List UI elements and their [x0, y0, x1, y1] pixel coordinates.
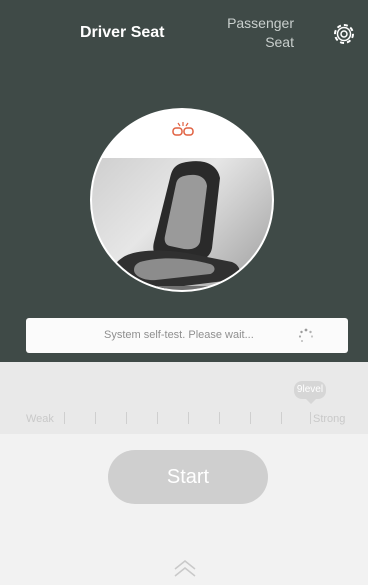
seat-tabs: Driver Seat Passenger Seat — [0, 0, 368, 60]
level-tick — [126, 412, 127, 424]
tab-passenger-label-line1: Passenger — [227, 15, 294, 31]
level-tick — [281, 412, 282, 424]
level-tick — [157, 412, 158, 424]
spinner-icon — [298, 328, 314, 344]
level-tick — [219, 412, 220, 424]
seat-photo — [92, 158, 272, 290]
tab-passenger-seat[interactable]: Passenger Seat — [214, 14, 294, 52]
status-bar: System self-test. Please wait... — [26, 318, 348, 353]
tab-passenger-label-line2: Seat — [265, 34, 294, 50]
level-badge: 9level — [294, 381, 326, 399]
seat-control-panel: Driver Seat Passenger Seat System self-t… — [0, 0, 368, 362]
strong-label: Strong — [313, 413, 346, 425]
gear-icon[interactable] — [330, 20, 358, 48]
seat-image-frame — [92, 110, 272, 290]
level-badge-pointer — [306, 399, 316, 404]
level-tick — [310, 412, 311, 424]
tab-driver-seat[interactable]: Driver Seat — [80, 24, 165, 42]
status-message: System self-test. Please wait... — [104, 329, 254, 341]
start-button[interactable]: Start — [108, 450, 268, 504]
level-tick — [250, 412, 251, 424]
level-tick — [64, 412, 65, 424]
chevron-up-icon[interactable] — [172, 558, 198, 580]
link-broken-icon — [172, 122, 194, 138]
weak-label: Weak — [26, 413, 54, 425]
level-tick — [95, 412, 96, 424]
level-tick — [188, 412, 189, 424]
